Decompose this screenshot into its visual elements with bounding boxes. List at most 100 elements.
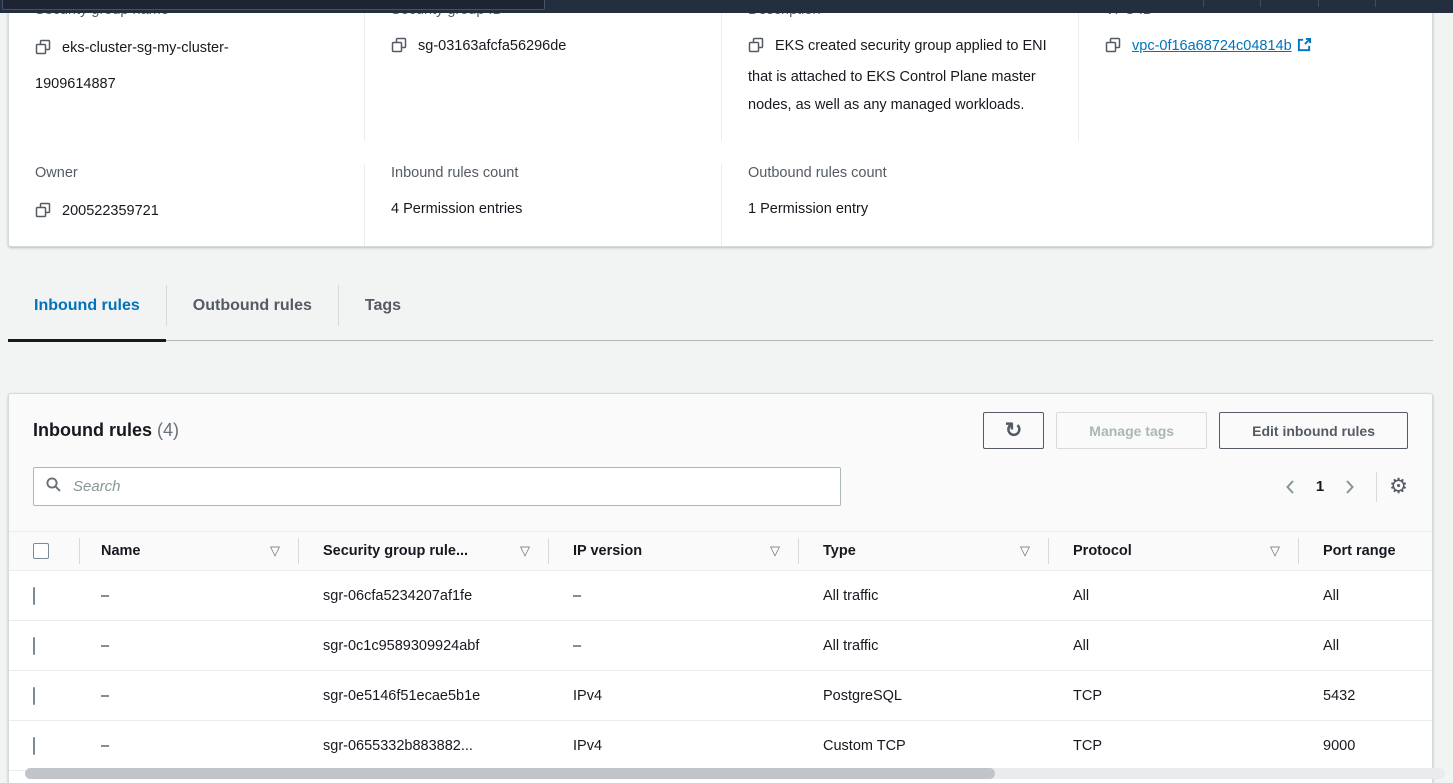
search-icon: [45, 476, 62, 498]
topbar-separator: [1318, 0, 1319, 7]
field-value: 200522359721: [35, 195, 303, 231]
field-owner: Owner 200522359721: [9, 164, 364, 246]
copy-icon[interactable]: [391, 35, 407, 63]
copy-icon[interactable]: [35, 35, 51, 68]
topbar-separator: [1203, 0, 1204, 7]
refresh-icon: ↻: [1005, 420, 1023, 441]
table-row: – sgr-06cfa5234207af1fe – All traffic Al…: [9, 571, 1432, 621]
cell-port-range: 5432: [1298, 688, 1432, 704]
horizontal-scrollbar-thumb[interactable]: [25, 768, 995, 779]
tab-inbound-rules[interactable]: Inbound rules: [8, 271, 166, 340]
cell-ip-version: –: [548, 638, 798, 654]
description-value: EKS created security group applied to EN…: [748, 38, 1047, 113]
row-select-cell: [9, 638, 79, 654]
table-row: – sgr-0c1c9589309924abf – All traffic Al…: [9, 621, 1432, 671]
row-select-cell: [9, 688, 79, 704]
row-checkbox[interactable]: [33, 737, 35, 755]
cell-name: –: [79, 738, 298, 754]
cell-ip-version: IPv4: [548, 688, 798, 704]
column-header-protocol[interactable]: Protocol ▽: [1048, 532, 1298, 570]
table-row: – sgr-0655332b883882... IPv4 Custom TCP …: [9, 721, 1432, 771]
column-label: IP version: [573, 543, 642, 559]
table-header-row: Name ▽ Security group rule...▽ IP version…: [9, 531, 1432, 571]
inbound-rules-table: Name ▽ Security group rule...▽ IP version…: [9, 531, 1432, 783]
cell-name: –: [79, 588, 298, 604]
search-box[interactable]: [33, 467, 841, 506]
column-label: Protocol: [1073, 543, 1132, 559]
field-label: Inbound rules count: [391, 164, 699, 183]
inbound-rules-count-value: 4 Permission entries: [391, 195, 699, 223]
cell-protocol: TCP: [1048, 738, 1298, 754]
field-security-group-name: Security group name eks-cluster-sg-my-cl…: [9, 1, 364, 141]
row-checkbox[interactable]: [33, 687, 35, 705]
filter-icon[interactable]: ▽: [520, 543, 530, 559]
filter-icon[interactable]: ▽: [1270, 543, 1280, 559]
edit-inbound-rules-button[interactable]: Edit inbound rules: [1219, 412, 1408, 449]
field-spacer: [1078, 164, 1432, 246]
topbar-separator: [1260, 0, 1261, 7]
cell-port-range: All: [1298, 588, 1432, 604]
column-header-rule-id[interactable]: Security group rule...▽: [298, 532, 548, 570]
owner-value: 200522359721: [62, 203, 159, 219]
cell-rule-id: sgr-06cfa5234207af1fe: [298, 588, 548, 604]
copy-icon[interactable]: [748, 35, 764, 63]
field-outbound-rules-count: Outbound rules count 1 Permission entry: [721, 164, 1078, 246]
filter-icon[interactable]: ▽: [270, 543, 280, 559]
field-vpc-id: VPC ID vpc-0f16a68724c04814b: [1078, 1, 1432, 141]
manage-tags-button[interactable]: Manage tags: [1056, 412, 1207, 449]
inbound-rules-panel: Inbound rules (4) ↻ Manage tags Edit inb…: [8, 393, 1433, 783]
column-label: Port range: [1323, 543, 1396, 559]
security-group-id-value: sg-03163afcfa56296de: [418, 38, 566, 54]
tab-label: Inbound rules: [34, 297, 140, 315]
cell-protocol: All: [1048, 588, 1298, 604]
horizontal-scrollbar[interactable]: [25, 768, 1445, 779]
copy-icon[interactable]: [1105, 35, 1121, 63]
security-group-name-value: eks-cluster-sg-my-cluster-1909614887: [35, 40, 229, 92]
cell-type: All traffic: [798, 588, 1048, 604]
row-select-cell: [9, 588, 79, 604]
row-select-cell: [9, 738, 79, 754]
cell-port-range: 9000: [1298, 738, 1432, 754]
field-value: vpc-0f16a68724c04814b: [1105, 32, 1410, 63]
filter-icon[interactable]: ▽: [1020, 543, 1030, 559]
vpc-id-link[interactable]: vpc-0f16a68724c04814b: [1132, 38, 1292, 54]
settings-gear-icon[interactable]: ⚙: [1389, 476, 1408, 497]
column-label: Name: [101, 543, 141, 559]
row-checkbox[interactable]: [33, 587, 35, 605]
panel-title: Inbound rules (4): [33, 420, 179, 441]
outbound-rules-count-value: 1 Permission entry: [748, 195, 1056, 223]
cell-name: –: [79, 688, 298, 704]
page-content: Security group name eks-cluster-sg-my-cl…: [8, 0, 1433, 783]
field-label: Outbound rules count: [748, 164, 1056, 183]
page-number[interactable]: 1: [1303, 478, 1337, 495]
tab-outbound-rules[interactable]: Outbound rules: [167, 271, 338, 340]
column-header-name[interactable]: Name ▽: [79, 532, 298, 570]
table-row: – sgr-0e5146f51ecae5b1e IPv4 PostgreSQL …: [9, 671, 1432, 721]
tabs-bar: Inbound rules Outbound rules Tags: [8, 271, 1433, 341]
next-page-button[interactable]: [1337, 479, 1362, 495]
topbar-separator: [1375, 0, 1376, 7]
field-description: Description EKS created security group a…: [721, 1, 1078, 141]
column-header-ip-version[interactable]: IP version ▽: [548, 532, 798, 570]
column-header-type[interactable]: Type ▽: [798, 532, 1048, 570]
tab-tags[interactable]: Tags: [339, 271, 427, 340]
row-checkbox[interactable]: [33, 637, 35, 655]
details-row-1: Security group name eks-cluster-sg-my-cl…: [9, 0, 1432, 141]
select-all-checkbox[interactable]: [33, 543, 49, 559]
cell-ip-version: IPv4: [548, 738, 798, 754]
copy-icon[interactable]: [35, 198, 51, 231]
tab-label: Outbound rules: [193, 297, 312, 315]
pagination: 1 ⚙: [1278, 472, 1408, 502]
previous-page-button[interactable]: [1278, 479, 1303, 495]
column-label: Type: [823, 543, 856, 559]
select-all-cell: [9, 532, 79, 570]
field-value: EKS created security group applied to EN…: [748, 32, 1056, 119]
field-inbound-rules-count: Inbound rules count 4 Permission entries: [364, 164, 721, 246]
search-input[interactable]: [71, 477, 829, 496]
filter-icon[interactable]: ▽: [770, 543, 780, 559]
column-header-port-range[interactable]: Port range▽: [1298, 532, 1432, 570]
security-group-details-card: Security group name eks-cluster-sg-my-cl…: [8, 0, 1433, 247]
cell-ip-version: –: [548, 588, 798, 604]
refresh-button[interactable]: ↻: [983, 412, 1045, 449]
cell-rule-id: sgr-0655332b883882...: [298, 738, 548, 754]
